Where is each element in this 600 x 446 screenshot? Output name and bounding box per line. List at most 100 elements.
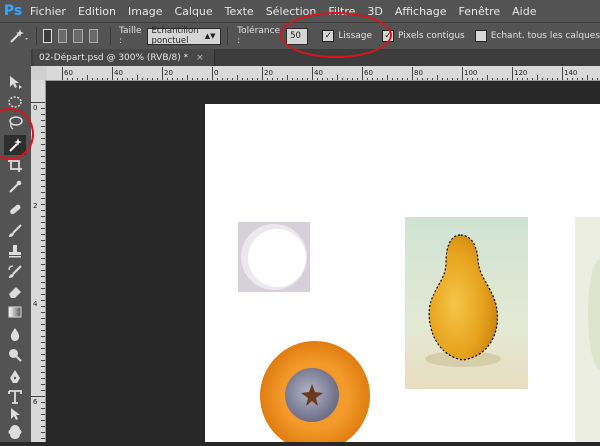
pen-tool[interactable]: [4, 367, 26, 387]
canvas-artwork: [238, 217, 600, 446]
ruler-label: 60: [64, 69, 73, 77]
brush-tool[interactable]: [4, 221, 26, 241]
ruler-label: 0: [214, 69, 218, 77]
path-selection-tool[interactable]: [4, 404, 26, 424]
ruler-label: 4: [33, 300, 38, 308]
checkbox-checked-icon: ✓: [382, 30, 395, 42]
ruler-label: 6: [33, 398, 38, 406]
separator: [226, 27, 228, 45]
taille-select[interactable]: Echantillon ponctuel ▲▼: [146, 26, 221, 46]
ruler-label: 0: [33, 104, 37, 112]
horizontal-ruler[interactable]: 60 40 20 0 20 40 60 80 100 120 140: [47, 66, 600, 81]
ruler-origin[interactable]: [31, 66, 48, 81]
eraser-icon: [9, 287, 21, 298]
lasso-tool[interactable]: [4, 113, 26, 133]
ruler-label: 60: [364, 69, 373, 77]
marquee-ellipse-icon: [8, 96, 22, 108]
ruler-label: 80: [414, 69, 423, 77]
echant-tous-calques-checkbox[interactable]: Echant. tous les calques: [474, 30, 600, 42]
document-canvas[interactable]: [205, 104, 600, 446]
vertical-ruler[interactable]: 0 2 4 6: [31, 80, 46, 442]
path-selection-icon: [11, 408, 20, 420]
horizontal-ruler-ticks: 60 40 20 0 20 40 60 80 100 120 140: [62, 67, 598, 80]
add-to-selection-button[interactable]: [58, 29, 68, 43]
lissage-label: Lissage: [338, 31, 373, 41]
subtract-from-selection-button[interactable]: [73, 29, 83, 43]
orange-button-object: [260, 341, 370, 446]
history-brush-tool[interactable]: [4, 262, 26, 282]
ruler-label: 120: [514, 69, 527, 77]
ruler-label: 140: [564, 69, 577, 77]
menu-fichier[interactable]: Fichier: [30, 5, 66, 18]
move-icon: [10, 76, 22, 89]
vertical-ruler-ticks: 0 2 4 6: [31, 102, 45, 439]
dodge-tool[interactable]: [4, 345, 26, 365]
eyedropper-tool[interactable]: [4, 177, 26, 197]
ruler-label: 40: [314, 69, 323, 77]
brush-icon: [9, 224, 22, 237]
ruler-label: 20: [164, 69, 173, 77]
new-selection-button[interactable]: [42, 29, 53, 43]
menu-filtre[interactable]: Filtre: [328, 5, 355, 18]
menu-edition[interactable]: Edition: [78, 5, 116, 18]
elliptical-marquee-tool[interactable]: [4, 92, 26, 112]
shape-tool[interactable]: [4, 422, 26, 442]
ruler-label: 20: [264, 69, 273, 77]
ruler-label: 100: [464, 69, 477, 77]
healing-brush-tool[interactable]: [4, 199, 26, 219]
clone-stamp-icon: [9, 245, 21, 258]
taille-value: Echantillon ponctuel: [151, 26, 199, 46]
document-tab[interactable]: 02-Départ.psd @ 300% (RVB/8) * ×: [33, 49, 215, 66]
taille-label: Taille :: [118, 26, 142, 46]
type-icon: [8, 390, 22, 404]
gradient-icon: [8, 306, 22, 318]
healing-brush-icon: [10, 204, 21, 215]
intersect-selection-button[interactable]: [88, 29, 99, 43]
menu-affichage[interactable]: Affichage: [395, 5, 447, 18]
tolerance-label: Tolérance :: [237, 26, 281, 46]
document-tab-title: 02-Départ.psd @ 300% (RVB/8) *: [39, 52, 189, 63]
ruler-label: 2: [33, 202, 37, 210]
separator: [36, 27, 37, 45]
lasso-icon: [9, 116, 23, 130]
ring-thumbnail: [238, 222, 310, 292]
menu-texte[interactable]: Texte: [225, 5, 254, 18]
dodge-icon: [9, 349, 22, 362]
tool-preset-picker[interactable]: [8, 26, 30, 46]
photoshop-logo: Ps: [3, 3, 23, 19]
menu-fenetre[interactable]: Fenêtre: [459, 5, 501, 18]
gradient-tool[interactable]: [4, 302, 26, 322]
blur-icon: [10, 328, 20, 341]
lissage-checkbox[interactable]: ✓ Lissage: [322, 30, 372, 42]
checkbox-unchecked-icon: [474, 30, 487, 42]
pen-icon: [10, 370, 20, 383]
magic-wand-tool[interactable]: [4, 135, 26, 155]
pear-photo: [405, 217, 528, 389]
chevron-updown-icon: ▲▼: [204, 32, 216, 40]
magic-wand-icon: [9, 138, 22, 152]
menu-calque[interactable]: Calque: [174, 5, 212, 18]
ruler-label: 40: [114, 69, 123, 77]
clone-stamp-tool[interactable]: [4, 241, 26, 261]
pixels-contigus-checkbox[interactable]: ✓ Pixels contigus: [382, 30, 465, 42]
close-icon[interactable]: ×: [196, 53, 204, 63]
magic-wand-icon: [10, 29, 28, 43]
blur-tool[interactable]: [4, 324, 26, 344]
tools-panel: [0, 49, 32, 442]
crop-icon: [8, 158, 22, 172]
contigus-label: Pixels contigus: [398, 31, 465, 41]
echant-label: Echant. tous les calques: [490, 31, 600, 41]
menu-aide[interactable]: Aide: [512, 5, 536, 18]
options-bar: Taille : Echantillon ponctuel ▲▼ Toléran…: [0, 22, 600, 50]
shape-icon: [8, 425, 22, 439]
tolerance-input[interactable]: 50: [286, 27, 309, 45]
document-tab-bar: 02-Départ.psd @ 300% (RVB/8) * ×: [31, 49, 600, 66]
menu-image[interactable]: Image: [128, 5, 162, 18]
crop-tool[interactable]: [4, 155, 26, 175]
menu-selection[interactable]: Sélection: [266, 5, 317, 18]
eyedropper-icon: [9, 180, 22, 193]
menu-bar: Ps Fichier Edition Image Calque Texte Sé…: [0, 0, 600, 22]
menu-3d[interactable]: 3D: [367, 5, 382, 18]
eraser-tool[interactable]: [4, 282, 26, 302]
move-tool[interactable]: [4, 72, 26, 92]
